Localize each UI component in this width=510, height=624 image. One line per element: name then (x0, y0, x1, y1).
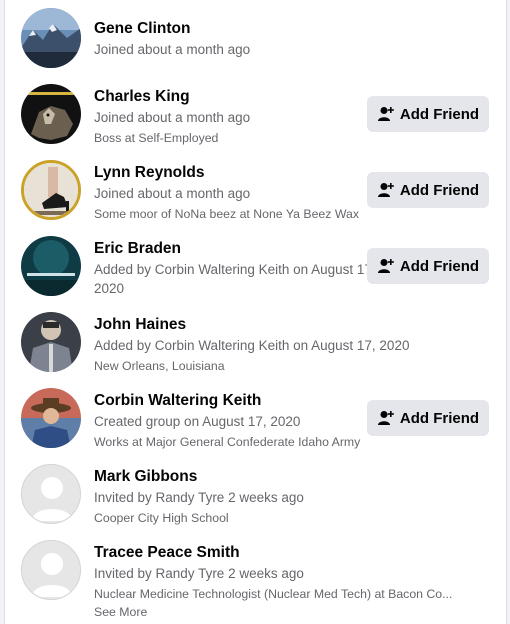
soldier-photo-icon (21, 312, 81, 372)
add-friend-icon (377, 105, 395, 123)
avatar[interactable] (21, 236, 81, 296)
member-status: Joined about a month ago (94, 110, 251, 125)
member-name[interactable]: John Haines (94, 315, 498, 335)
add-friend-button[interactable]: Add Friend (367, 172, 489, 208)
member-name[interactable]: Corbin Waltering Keith (94, 391, 376, 411)
mountain-photo-icon (21, 8, 81, 68)
add-friend-label: Add Friend (399, 257, 480, 275)
avatar[interactable] (21, 540, 81, 600)
add-friend-icon (377, 409, 395, 427)
add-friend-label: Add Friend (399, 105, 480, 123)
member-detail: Some moor of NoNa beez at None Ya Beez W… (94, 207, 359, 221)
default-avatar-icon (22, 465, 80, 523)
member-status: Invited by Randy Tyre 2 weeks ago (94, 566, 304, 581)
member-detail: Nuclear Medicine Technologist (Nuclear M… (94, 587, 453, 619)
member-name[interactable]: Eric Braden (94, 239, 376, 259)
avatar[interactable] (21, 8, 81, 68)
member-status: Joined about a month ago (94, 42, 251, 57)
avatar[interactable] (21, 312, 81, 372)
add-friend-label: Add Friend (399, 181, 480, 199)
add-friend-button[interactable]: Add Friend (367, 96, 489, 132)
avatar[interactable] (21, 388, 81, 448)
add-friend-button[interactable]: Add Friend (367, 248, 489, 284)
members-list: Gene Clinton Joined about a month ago Ch… (4, 0, 507, 624)
member-status: Created group on August 17, 2020 (94, 414, 301, 429)
member-status: Invited by Randy Tyre 2 weeks ago (94, 490, 304, 505)
member-status: Joined about a month ago (94, 186, 251, 201)
member-status: Added by Corbin Waltering Keith on Augus… (94, 262, 376, 296)
default-avatar-icon (22, 541, 80, 599)
cowboy-photo-icon (21, 388, 81, 448)
avatar[interactable] (21, 464, 81, 524)
add-friend-icon (377, 257, 395, 275)
member-name[interactable]: Gene Clinton (94, 19, 498, 39)
shoe-photo-icon (24, 163, 78, 217)
member-name[interactable]: Mark Gibbons (94, 467, 498, 487)
member-name[interactable]: Tracee Peace Smith (94, 543, 468, 563)
member-detail: Boss at Self-Employed (94, 131, 219, 145)
avatar[interactable] (21, 84, 81, 144)
member-detail: Works at Major General Confederate Idaho… (94, 435, 361, 449)
wolf-photo-icon (21, 84, 81, 144)
add-friend-button[interactable]: Add Friend (367, 400, 489, 436)
add-friend-label: Add Friend (399, 409, 480, 427)
member-detail: Cooper City High School (94, 511, 229, 525)
member-status: Added by Corbin Waltering Keith on Augus… (94, 338, 410, 353)
member-name[interactable]: Charles King (94, 87, 376, 107)
member-name[interactable]: Lynn Reynolds (94, 163, 376, 183)
underwater-photo-icon (21, 236, 81, 296)
add-friend-icon (377, 181, 395, 199)
avatar[interactable] (21, 160, 81, 220)
member-detail: New Orleans, Louisiana (94, 359, 225, 373)
